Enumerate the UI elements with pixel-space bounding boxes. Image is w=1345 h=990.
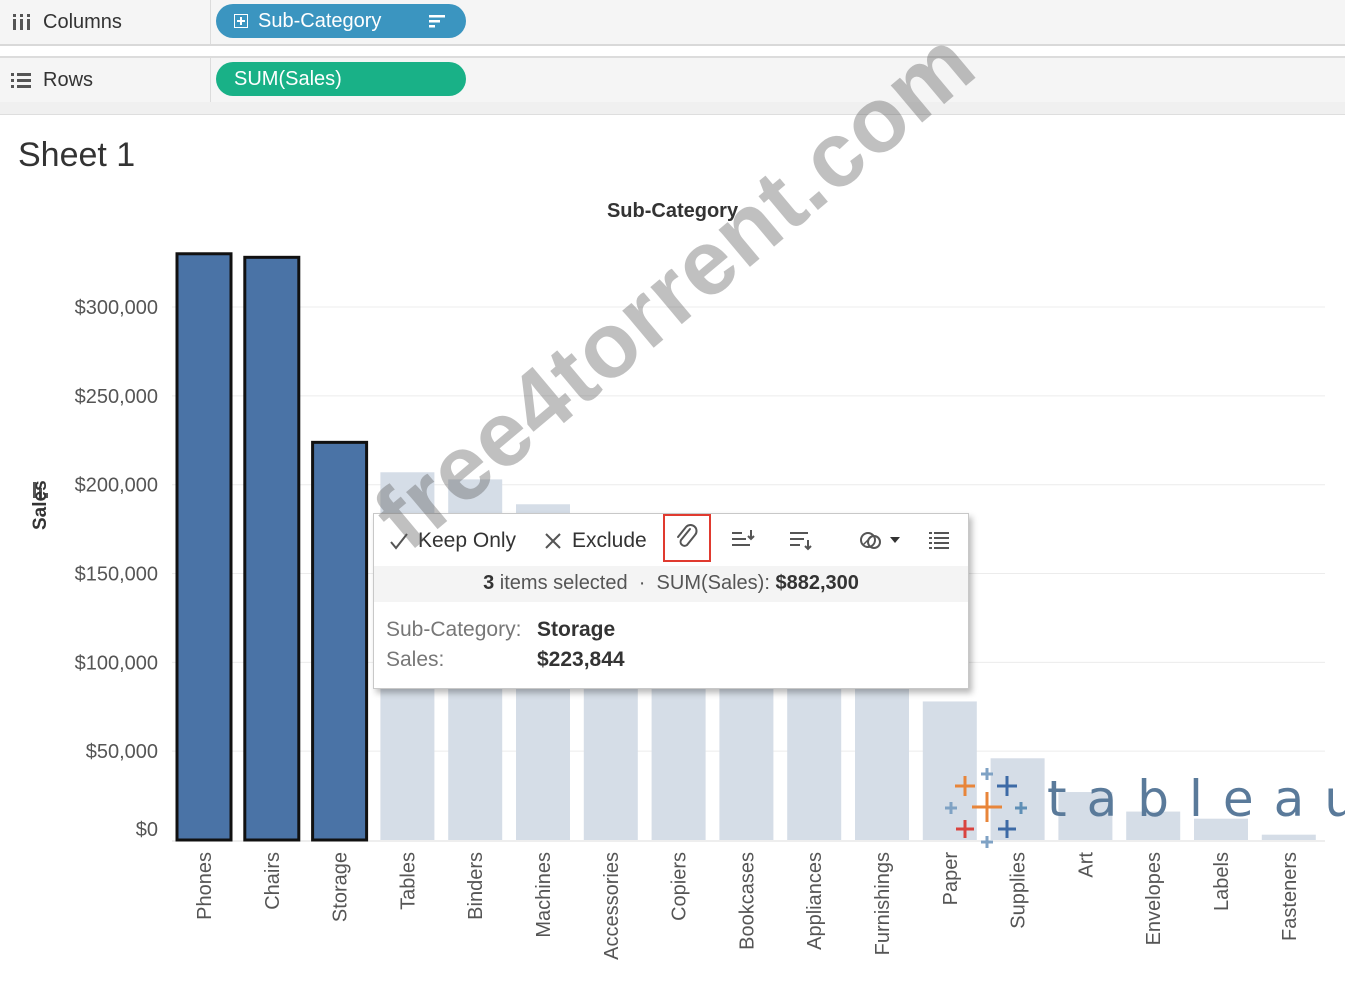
bar-storage[interactable] xyxy=(311,440,369,842)
group-icon[interactable] xyxy=(858,528,904,552)
y-tick-label: $200,000 xyxy=(75,475,158,497)
x-tick-label[interactable]: Binders xyxy=(465,852,487,920)
x-axis-labels: Phones Chairs Storage Tables Binders Machines… xyxy=(194,852,1301,960)
x-tick-label[interactable]: Phones xyxy=(194,852,216,920)
x-tick-label[interactable]: Accessories xyxy=(601,852,623,960)
check-icon xyxy=(390,533,408,550)
x-tick-label[interactable]: Labels xyxy=(1211,852,1233,911)
x-tick-label[interactable]: Copiers xyxy=(669,852,691,921)
tableau-logo: tableau xyxy=(945,768,1345,852)
sort-descending-icon[interactable] xyxy=(788,528,814,552)
view-data-icon[interactable] xyxy=(926,528,952,552)
group-members-button[interactable] xyxy=(663,514,711,562)
x-tick-label[interactable]: Paper xyxy=(940,852,962,906)
y-tick-label: $300,000 xyxy=(75,297,158,319)
tableau-wordmark: tableau xyxy=(1047,770,1345,828)
sort-ascending-icon[interactable] xyxy=(730,528,756,552)
x-tick-label[interactable]: Envelopes xyxy=(1143,852,1165,945)
selection-tooltip: Keep Only Exclude 3 items selected · SUM… xyxy=(373,513,969,689)
keep-only-label: Keep Only xyxy=(418,529,517,552)
tooltip-field-row: Sub-Category: xyxy=(386,618,521,642)
x-tick-label[interactable]: Storage xyxy=(330,852,352,922)
y-axis-ticks: $0 $50,000 $100,000 $150,000 $200,000 $250,00… xyxy=(75,297,158,841)
summary-separator: · xyxy=(638,572,646,594)
close-icon xyxy=(545,533,561,549)
tooltip-sales-row: Sales: xyxy=(386,648,444,672)
y-axis-title: Sales xyxy=(30,480,51,530)
tooltip-sales-label: Sales: xyxy=(386,648,445,671)
keep-only-button[interactable]: Keep Only xyxy=(388,524,516,558)
selected-count: 3 xyxy=(483,572,495,594)
tableau-cross-icon xyxy=(945,768,1027,848)
bar-chairs[interactable] xyxy=(243,255,301,842)
x-tick-label[interactable]: Chairs xyxy=(262,852,284,910)
x-tick-label[interactable]: Tables xyxy=(397,852,419,910)
y-tick-label: $100,000 xyxy=(75,652,158,674)
selected-items-text: items selected xyxy=(499,572,628,594)
summary-measure: SUM(Sales): xyxy=(656,572,770,594)
bar-furnishings[interactable] xyxy=(855,676,909,840)
exclude-button[interactable]: Exclude xyxy=(542,524,647,558)
x-tick-label[interactable]: Supplies xyxy=(1008,852,1030,929)
x-tick-label[interactable]: Fasteners xyxy=(1279,852,1301,941)
tooltip-toolbar: Keep Only Exclude xyxy=(374,514,968,566)
tooltip-field-value: Storage xyxy=(537,618,616,641)
y-tick-label: $250,000 xyxy=(75,386,158,408)
x-tick-label[interactable]: Art xyxy=(1075,852,1097,878)
bar-phones[interactable] xyxy=(175,252,233,842)
y-tick-label: $50,000 xyxy=(86,741,158,763)
x-tick-label[interactable]: Appliances xyxy=(804,852,826,950)
x-tick-label[interactable]: Machines xyxy=(533,852,555,938)
paperclip-icon xyxy=(677,524,698,547)
y-tick-label: $150,000 xyxy=(75,564,158,586)
exclude-label: Exclude xyxy=(572,529,647,552)
tooltip-sales-value: $223,844 xyxy=(537,648,625,671)
summary-total: $882,300 xyxy=(775,572,859,594)
x-tick-label[interactable]: Furnishings xyxy=(872,852,894,955)
y-tick-label: $0 xyxy=(136,819,158,841)
tooltip-field-label: Sub-Category: xyxy=(386,618,522,641)
selection-summary: 3 items selected · SUM(Sales): $882,300 xyxy=(374,566,968,602)
x-tick-label[interactable]: Bookcases xyxy=(736,852,758,950)
